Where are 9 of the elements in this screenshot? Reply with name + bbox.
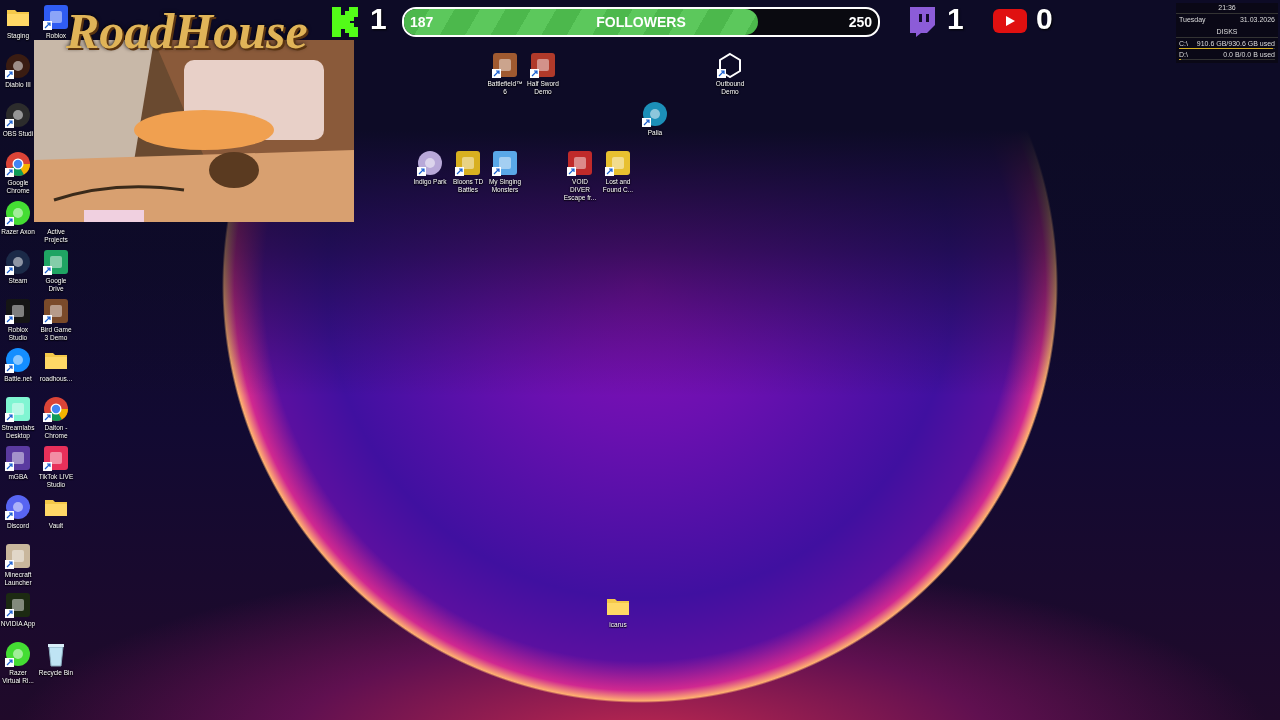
youtube-icon — [993, 9, 1027, 33]
followers-label: FOLLOWERS — [596, 14, 686, 30]
twitch-icon — [907, 7, 935, 37]
twitch-count: 1 — [947, 2, 964, 36]
goal-count: 250 — [848, 14, 872, 30]
current-count: 187 — [410, 14, 434, 30]
kick-count: 1 — [370, 2, 387, 36]
kick-icon — [332, 7, 358, 37]
youtube-count: 0 — [1036, 2, 1053, 36]
